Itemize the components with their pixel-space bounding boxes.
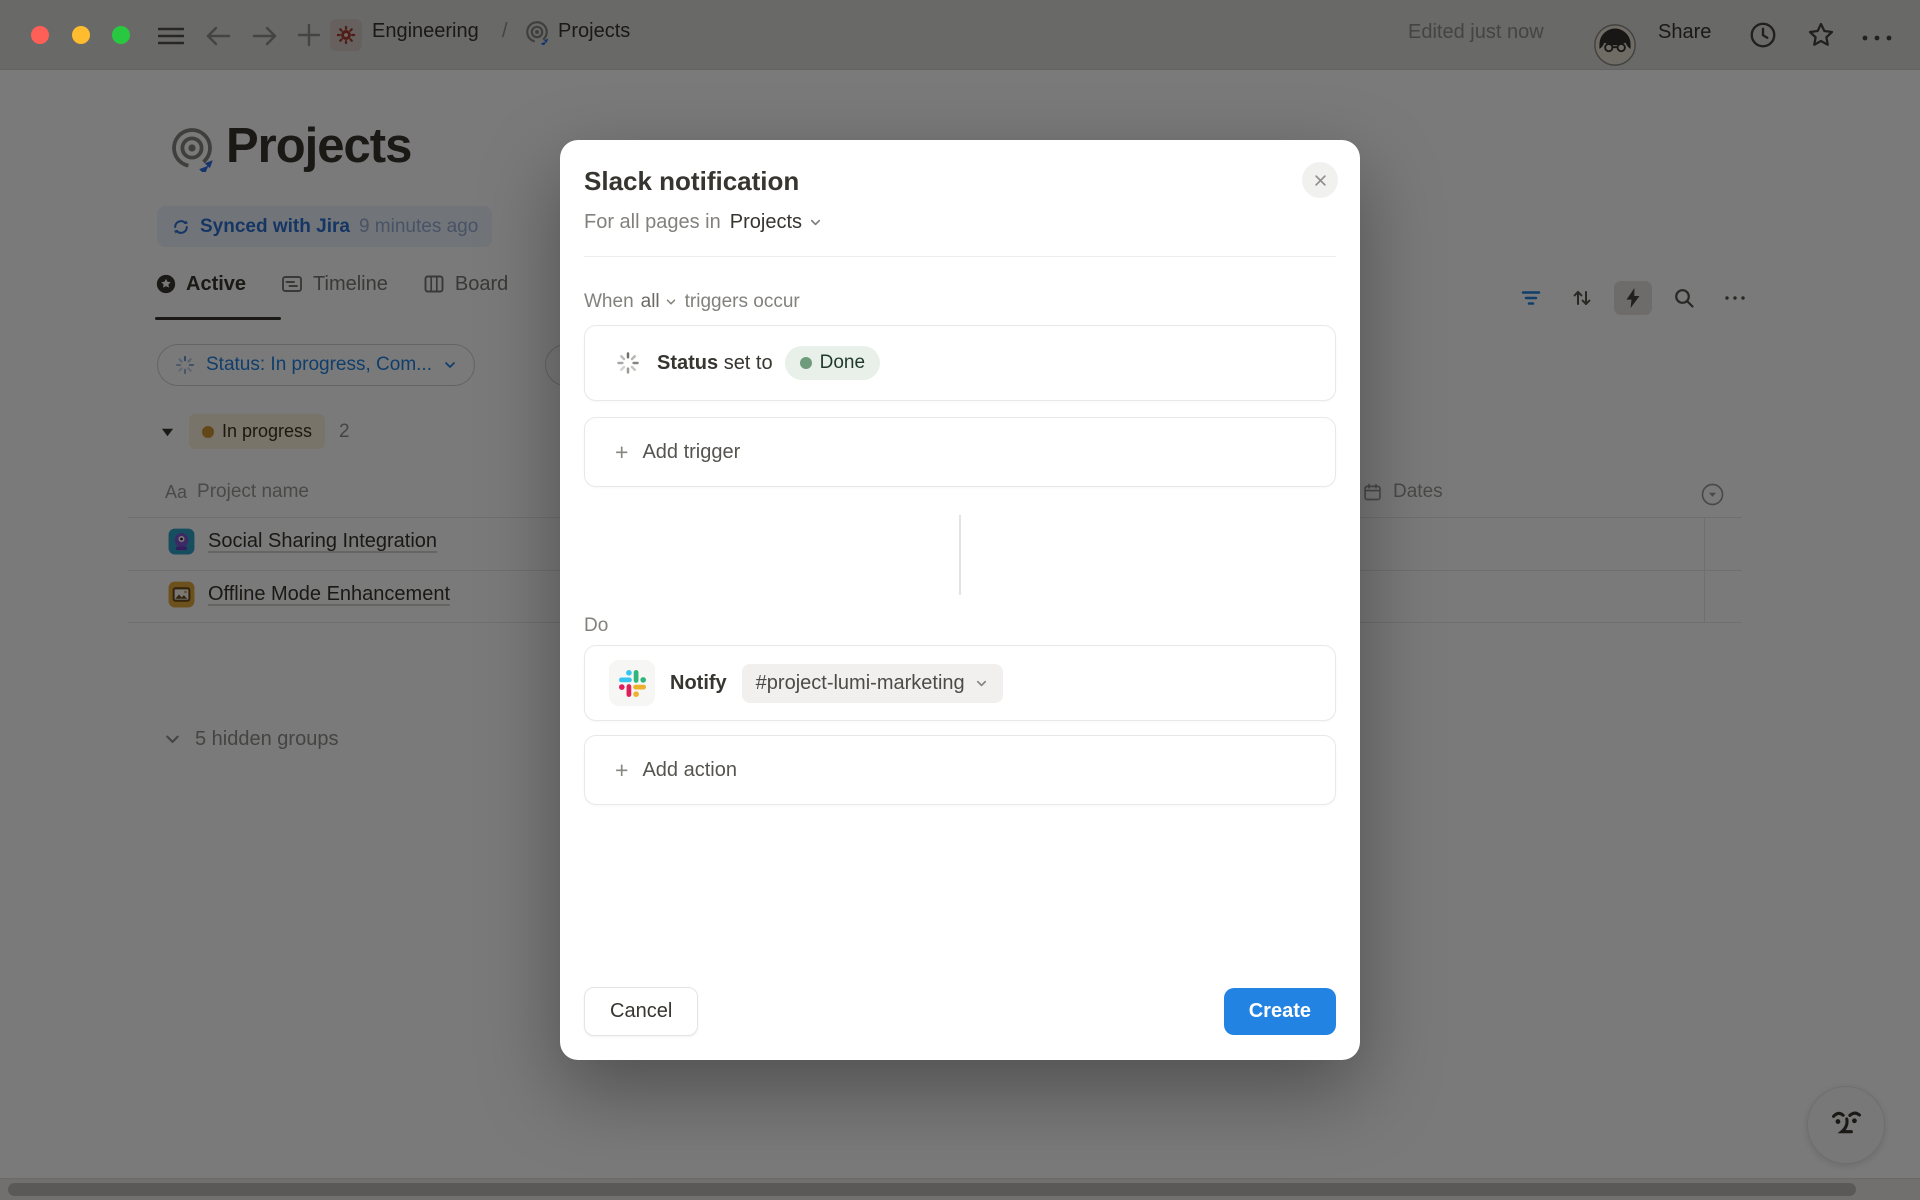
slack-notification-modal: Slack notification For all pages in Proj… xyxy=(560,140,1360,1060)
cancel-button[interactable]: Cancel xyxy=(584,987,698,1036)
scope-dropdown[interactable]: Projects xyxy=(730,211,823,234)
create-button[interactable]: Create xyxy=(1224,988,1336,1035)
flow-connector xyxy=(959,515,962,595)
when-operator: all xyxy=(641,291,660,313)
done-label: Done xyxy=(820,352,865,374)
notify-verb: Notify xyxy=(670,672,727,695)
modal-footer: Cancel Create xyxy=(584,987,1336,1036)
window-zoom-button[interactable] xyxy=(112,26,130,44)
when-row: When all triggers occur xyxy=(584,291,1336,313)
chevron-down-icon xyxy=(974,676,989,691)
chevron-down-icon xyxy=(808,215,823,230)
add-trigger-label: Add trigger xyxy=(642,441,740,464)
app-window: Engineering / Projects Edited just now S… xyxy=(0,0,1920,1200)
trigger-card[interactable]: Status set to Done xyxy=(584,325,1336,401)
status-spinner-icon xyxy=(615,350,641,376)
window-close-button[interactable] xyxy=(31,26,49,44)
add-trigger-button[interactable]: + Add trigger xyxy=(584,417,1336,487)
channel-dropdown[interactable]: #project-lumi-marketing xyxy=(742,664,1003,703)
done-status-chip[interactable]: Done xyxy=(785,346,880,380)
close-icon xyxy=(1313,173,1328,188)
when-suffix: triggers occur xyxy=(685,291,800,313)
window-minimize-button[interactable] xyxy=(72,26,90,44)
scope-value: Projects xyxy=(730,211,802,234)
add-action-label: Add action xyxy=(642,759,737,782)
done-dot xyxy=(800,357,812,369)
notify-action-card[interactable]: Notify #project-lumi-marketing xyxy=(584,645,1336,721)
chevron-down-icon xyxy=(664,295,678,309)
scope-row: For all pages in Projects xyxy=(584,208,1336,236)
when-prefix: When xyxy=(584,291,634,313)
plus-icon: + xyxy=(615,759,628,782)
do-label: Do xyxy=(584,615,1336,637)
add-action-button[interactable]: + Add action xyxy=(584,735,1336,805)
scope-prefix: For all pages in xyxy=(584,211,721,234)
when-operator-dropdown[interactable]: all xyxy=(641,291,678,313)
trigger-sentence: Status set to Done xyxy=(657,346,880,380)
channel-name: #project-lumi-marketing xyxy=(756,672,965,695)
modal-title: Slack notification xyxy=(584,164,1336,198)
plus-icon: + xyxy=(615,441,628,464)
modal-divider xyxy=(584,256,1336,257)
close-button[interactable] xyxy=(1302,162,1338,198)
trigger-verb: set to xyxy=(724,352,773,374)
trigger-property: Status xyxy=(657,352,718,374)
slack-icon xyxy=(609,660,655,706)
